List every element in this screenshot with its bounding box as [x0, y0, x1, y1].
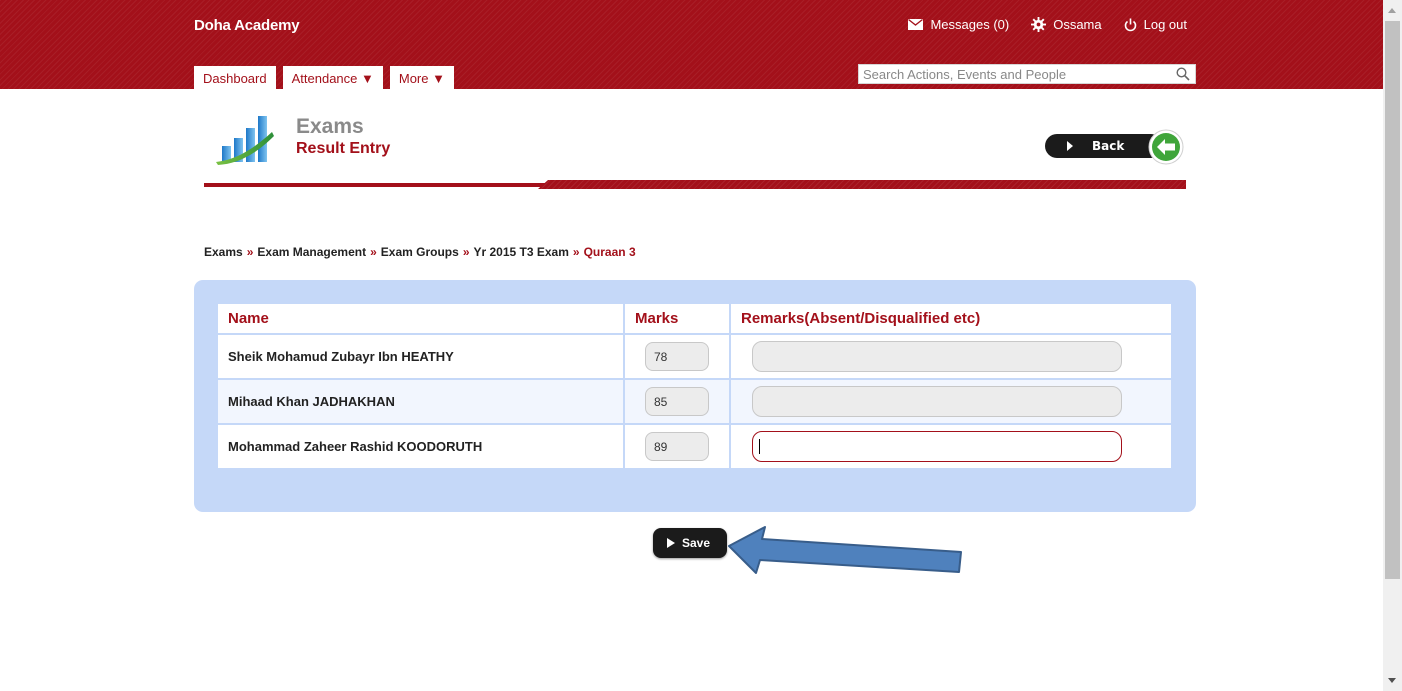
column-header-remarks: Remarks(Absent/Disqualified etc) [729, 302, 1173, 335]
messages-label: Messages (0) [930, 17, 1010, 32]
logout-link[interactable]: Log out [1124, 17, 1187, 32]
table-row: Mihaad Khan JADHAKHAN [216, 378, 1173, 425]
marks-cell [623, 378, 731, 425]
title-divider-thick [538, 180, 1186, 189]
marks-input[interactable] [645, 342, 709, 371]
title-divider-thin [204, 183, 564, 187]
breadcrumb-exam-groups[interactable]: Exam Groups [381, 245, 459, 259]
back-arrow-icon[interactable] [1148, 129, 1184, 165]
result-entry-panel: Name Marks Remarks(Absent/Disqualified e… [194, 280, 1196, 512]
table-header-row: Name Marks Remarks(Absent/Disqualified e… [216, 302, 1173, 335]
page-title: Exams [296, 115, 364, 138]
breadcrumb: Exams» Exam Management» Exam Groups» Yr 201… [204, 245, 636, 259]
save-label: Save [682, 536, 711, 550]
scroll-down-icon[interactable] [1388, 678, 1396, 683]
remarks-input[interactable] [752, 386, 1122, 417]
tab-attendance[interactable]: Attendance ▼ [282, 66, 383, 89]
student-name: Mihaad Khan JADHAKHAN [216, 378, 625, 425]
remarks-cell [729, 378, 1173, 425]
breadcrumb-exams[interactable]: Exams [204, 245, 243, 259]
search-input[interactable] [859, 65, 1167, 83]
chart-icon [216, 116, 274, 165]
tab-more[interactable]: More ▼ [389, 66, 454, 89]
breadcrumb-exam-management[interactable]: Exam Management [257, 245, 366, 259]
remarks-cell [729, 333, 1173, 380]
play-icon [1067, 141, 1073, 151]
user-label: Ossama [1053, 17, 1102, 32]
top-nav: Messages (0) Ossama Log out [908, 17, 1187, 32]
marks-cell [623, 333, 731, 380]
search-icon[interactable] [1176, 67, 1190, 81]
user-menu[interactable]: Ossama [1031, 17, 1102, 32]
column-header-marks: Marks [623, 302, 731, 335]
text-caret [759, 439, 760, 454]
marks-input[interactable] [645, 387, 709, 416]
search-box [858, 64, 1196, 84]
messages-link[interactable]: Messages (0) [908, 17, 1009, 32]
brand-name[interactable]: Doha Academy [194, 17, 300, 34]
annotation-arrow-icon [728, 526, 962, 574]
envelope-icon [908, 19, 924, 30]
back-label: Back [1092, 139, 1125, 153]
breadcrumb-separator: » [246, 245, 254, 259]
scroll-up-icon[interactable] [1388, 8, 1396, 13]
student-name: Mohammad Zaheer Rashid KOODORUTH [216, 423, 625, 470]
gear-icon [1031, 17, 1047, 32]
breadcrumb-separator: » [462, 245, 470, 259]
remarks-cell [729, 423, 1173, 470]
breadcrumb-current: Quraan 3 [583, 245, 636, 259]
play-icon [667, 538, 675, 548]
top-header-bar: Doha Academy Messages (0) Ossama Log out… [0, 0, 1383, 89]
page-subtitle: Result Entry [296, 140, 391, 157]
tab-dashboard[interactable]: Dashboard [194, 66, 276, 89]
table-row: Mohammad Zaheer Rashid KOODORUTH [216, 423, 1173, 470]
main-tabs: Dashboard Attendance ▼ More ▼ [194, 66, 454, 89]
save-button[interactable]: Save [653, 528, 727, 558]
column-header-name: Name [216, 302, 625, 335]
logout-label: Log out [1143, 17, 1187, 32]
page-scrollbar[interactable] [1383, 0, 1402, 691]
student-name: Sheik Mohamud Zubayr Ibn HEATHY [216, 333, 625, 380]
results-table: Name Marks Remarks(Absent/Disqualified e… [216, 302, 1173, 470]
breadcrumb-exam[interactable]: Yr 2015 T3 Exam [474, 245, 569, 259]
scroll-thumb[interactable] [1385, 21, 1400, 579]
breadcrumb-separator: » [572, 245, 580, 259]
power-icon [1124, 18, 1136, 31]
table-row: Sheik Mohamud Zubayr Ibn HEATHY [216, 333, 1173, 380]
remarks-input[interactable] [752, 341, 1122, 372]
marks-cell [623, 423, 731, 470]
remarks-input-focused[interactable] [752, 431, 1122, 462]
back-button[interactable]: Back [1045, 134, 1163, 158]
breadcrumb-separator: » [370, 245, 377, 259]
marks-input[interactable] [645, 432, 709, 461]
